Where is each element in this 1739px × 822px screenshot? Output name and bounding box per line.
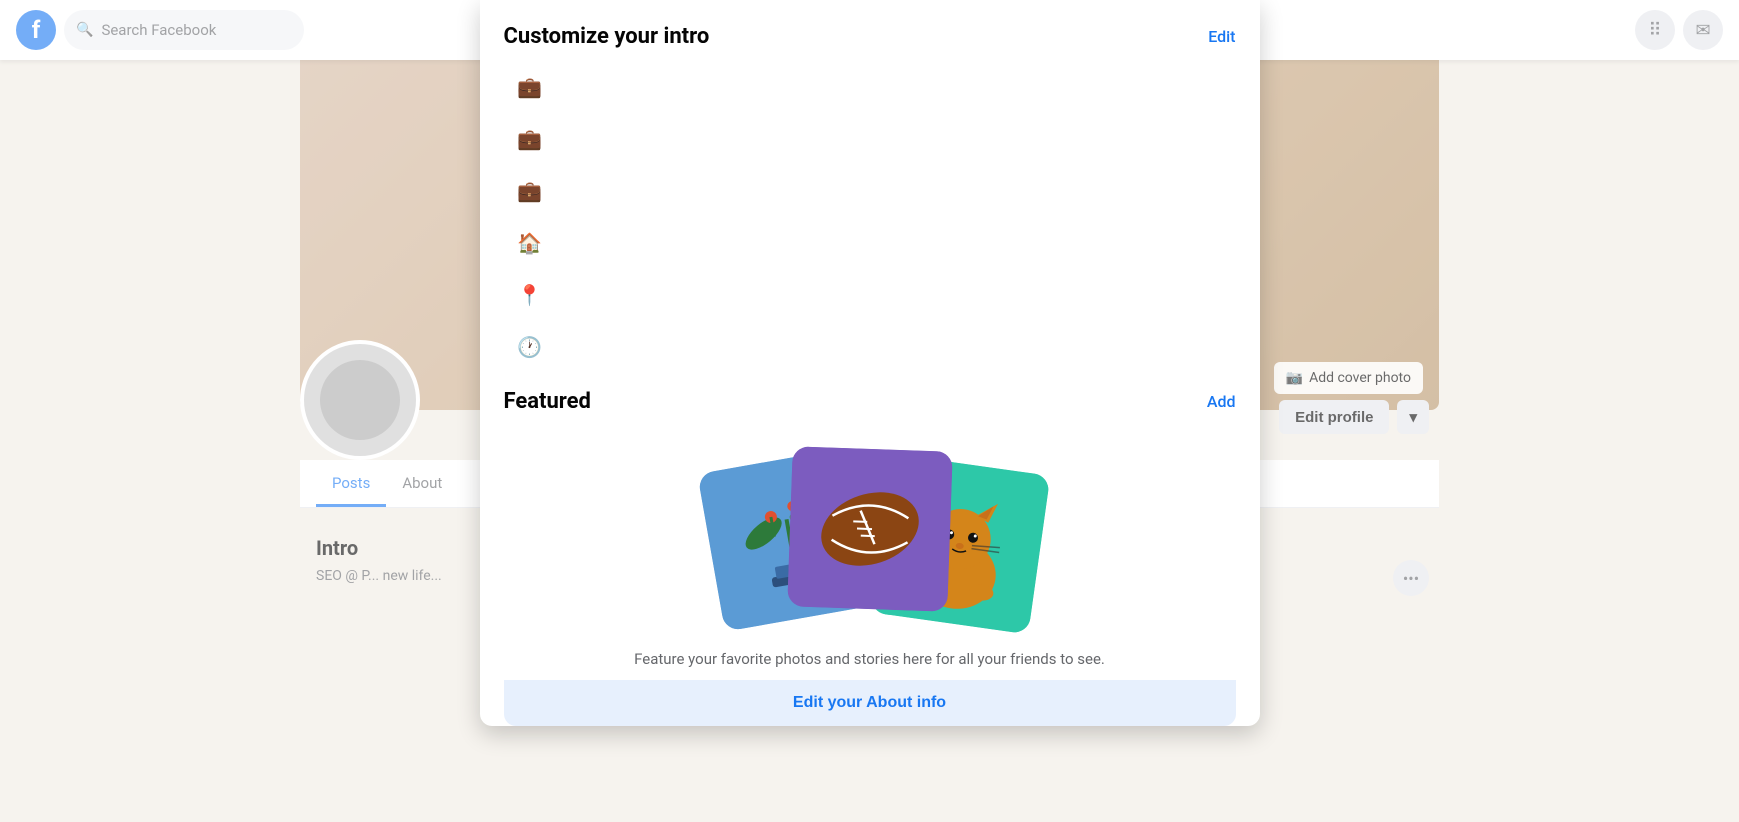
briefcase-icon-1: 💼 [512, 69, 548, 105]
modal-header: Customize your intro Edit [504, 24, 1236, 49]
featured-title: Featured [504, 389, 591, 414]
featured-header: Featured Add [504, 389, 1236, 414]
modal-edit-link[interactable]: Edit [1208, 27, 1235, 46]
location-icon: 📍 [512, 277, 548, 313]
home-icon: 🏠 [512, 225, 548, 261]
featured-illustration [504, 434, 1236, 634]
edit-about-info-button[interactable]: Edit your About info [504, 680, 1236, 726]
intro-icon-row-4: 🏠 [512, 225, 1236, 261]
intro-icon-row-6: 🕐 [512, 329, 1236, 365]
intro-icon-row-2: 💼 [512, 121, 1236, 157]
briefcase-icon-2: 💼 [512, 121, 548, 157]
intro-icons-list: 💼 💼 💼 🏠 📍 🕐 [504, 69, 1236, 365]
intro-icon-row-5: 📍 [512, 277, 1236, 313]
cards-container [690, 439, 1050, 629]
intro-icon-row-3: 💼 [512, 173, 1236, 209]
modal-title: Customize your intro [504, 24, 710, 49]
clock-icon: 🕐 [512, 329, 548, 365]
intro-icon-row-1: 💼 [512, 69, 1236, 105]
featured-section: Featured Add [504, 389, 1236, 726]
card-football [787, 446, 952, 611]
featured-description: Feature your favorite photos and stories… [504, 650, 1236, 668]
featured-add-link[interactable]: Add [1207, 392, 1236, 411]
customize-intro-modal: Customize your intro Edit 💼 💼 💼 🏠 📍 🕐 Fe… [480, 0, 1260, 726]
briefcase-icon-3: 💼 [512, 173, 548, 209]
